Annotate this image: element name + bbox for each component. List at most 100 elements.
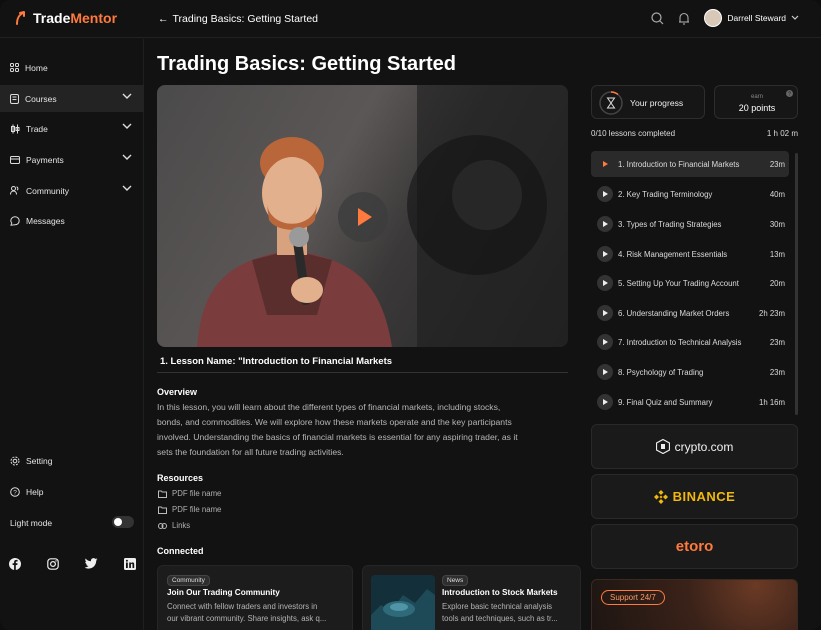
lesson-duration: 2h 23m (758, 308, 785, 318)
resource-label: Links (172, 521, 191, 530)
lesson-item[interactable]: 7. Introduction to Technical Analysis 23m (591, 329, 789, 355)
partner-etoro[interactable]: etoro (591, 524, 798, 569)
sidebar-item-label: Messages (26, 215, 65, 226)
svg-text:?: ? (13, 489, 17, 496)
card-tag: Community (167, 575, 210, 586)
lesson-item[interactable]: 5. Setting Up Your Trading Account 20m (591, 270, 789, 296)
play-icon (597, 156, 613, 172)
twitter-icon[interactable] (85, 558, 98, 569)
play-icon (597, 305, 613, 321)
grid-icon (10, 63, 19, 72)
sidebar-item-courses[interactable]: Courses (0, 85, 144, 112)
chevron-down-icon (122, 93, 132, 99)
bell-icon[interactable] (678, 12, 690, 25)
lesson-item[interactable]: 1. Introduction to Financial Markets 23m (591, 151, 789, 177)
support-banner: Support 24/7 (591, 579, 798, 630)
progress-pill[interactable]: Your progress (591, 85, 705, 119)
resource-item[interactable]: PDF file name (158, 489, 221, 498)
light-mode-row: Light mode (0, 509, 144, 536)
crypto-logo-icon (655, 439, 670, 454)
lesson-item[interactable]: 3. Types of Trading Strategies 30m (591, 211, 789, 237)
sidebar-item-trade[interactable]: Trade (0, 115, 144, 142)
sidebar-item-label: Courses (25, 93, 57, 104)
back-arrow-icon[interactable]: ← (158, 13, 169, 25)
points-pill: earn 20 points ? (714, 85, 798, 119)
binance-logo-icon (653, 489, 668, 504)
sidebar-item-help[interactable]: ? Help (0, 478, 144, 505)
search-icon[interactable] (651, 11, 664, 25)
light-mode-toggle[interactable] (112, 516, 134, 528)
lesson-title: 5. Setting Up Your Trading Account (618, 278, 739, 288)
card-text-line: tools and techniques, such as tr... (442, 614, 558, 623)
lesson-duration: 23m (769, 367, 785, 377)
sidebar-item-setting[interactable]: Setting (0, 447, 144, 474)
chevron-down-icon (122, 185, 132, 191)
etoro-wordmark: etoro (675, 538, 714, 555)
sidebar-item-label: Home (25, 62, 48, 73)
lesson-title: 7. Introduction to Technical Analysis (618, 337, 742, 347)
overview-line: In this lesson, you will learn about the… (157, 402, 501, 412)
lessons-completed: 0/10 lessons completed (591, 129, 676, 138)
sidebar-item-community[interactable]: Community (0, 177, 144, 204)
user-name: Darrell Steward (727, 13, 786, 23)
partner-binance[interactable]: BINANCE (591, 474, 798, 519)
lesson-item[interactable]: 6. Understanding Market Orders 2h 23m (591, 300, 789, 326)
play-icon (597, 394, 613, 410)
breadcrumb[interactable]: ← Trading Basics: Getting Started (158, 13, 318, 25)
instagram-icon[interactable] (47, 558, 59, 570)
top-bar: TradeMentor ← Trading Basics: Getting St… (0, 0, 821, 38)
chevron-down-icon (122, 154, 132, 160)
play-icon (597, 364, 613, 380)
lesson-name: 1. Lesson Name: "Introduction to Financi… (160, 356, 393, 367)
lesson-duration: 23m (769, 337, 785, 347)
chevron-down-icon (791, 15, 799, 20)
logo-icon (16, 11, 25, 25)
video-play-button[interactable] (338, 192, 388, 242)
card-text-line: Connect with fellow traders and investor… (167, 602, 318, 611)
lesson-item[interactable]: 9. Final Quiz and Summary 1h 16m (591, 389, 789, 415)
brand-logo[interactable]: TradeMentor (14, 10, 117, 26)
linkedin-icon[interactable] (124, 558, 136, 570)
lesson-item[interactable]: 4. Risk Management Essentials 13m (591, 241, 789, 267)
link-icon (158, 522, 167, 529)
binance-wordmark: BINANCE (672, 489, 736, 504)
lesson-title: 3. Types of Trading Strategies (618, 219, 722, 229)
resource-item[interactable]: PDF file name (158, 505, 221, 514)
resource-label: PDF file name (172, 505, 222, 514)
lesson-title: 9. Final Quiz and Summary (618, 397, 713, 407)
divider (157, 372, 568, 373)
sidebar-item-label: Help (26, 486, 44, 497)
facebook-icon[interactable] (9, 558, 21, 570)
lesson-duration: 30m (769, 219, 785, 229)
sidebar-item-home[interactable]: Home (0, 54, 144, 81)
card-icon (10, 155, 20, 164)
lesson-item[interactable]: 2. Key Trading Terminology 40m (591, 181, 789, 207)
total-duration: 1 h 02 m (766, 129, 798, 138)
connected-card-community[interactable]: Community Join Our Trading Community Con… (157, 565, 353, 630)
sidebar-item-messages[interactable]: Messages (0, 207, 144, 234)
partner-crypto[interactable]: crypto.com (591, 424, 798, 469)
support-button[interactable]: Support 24/7 (601, 590, 665, 605)
resource-item[interactable]: Links (158, 521, 190, 530)
chevron-down-icon (122, 123, 132, 129)
play-icon (597, 246, 613, 262)
overview-line: bonds, and commodities. We will explore … (157, 417, 512, 427)
play-icon (597, 334, 613, 350)
lesson-list-scrollbar[interactable] (795, 153, 798, 415)
resources-heading: Resources (157, 473, 204, 483)
connected-heading: Connected (157, 546, 204, 556)
connected-card-news[interactable]: News Introduction to Stock Markets Explo… (362, 565, 581, 630)
progress-label: Your progress (630, 98, 684, 108)
card-thumbnail (371, 575, 435, 630)
overview-text: In this lesson, you will learn about the… (157, 400, 569, 460)
lesson-item[interactable]: 8. Psychology of Trading 23m (591, 359, 789, 385)
progress-summary: 0/10 lessons completed 1 h 02 m (591, 129, 798, 138)
points-value: 20 points (738, 103, 776, 113)
info-icon[interactable]: ? (786, 90, 793, 97)
lesson-duration: 13m (769, 249, 785, 259)
sidebar-item-payments[interactable]: Payments (0, 146, 144, 173)
hourglass-icon (599, 91, 623, 115)
card-title: Introduction to Stock Markets (442, 588, 558, 597)
video-player[interactable] (157, 85, 568, 347)
user-menu[interactable]: Darrell Steward (704, 9, 799, 27)
